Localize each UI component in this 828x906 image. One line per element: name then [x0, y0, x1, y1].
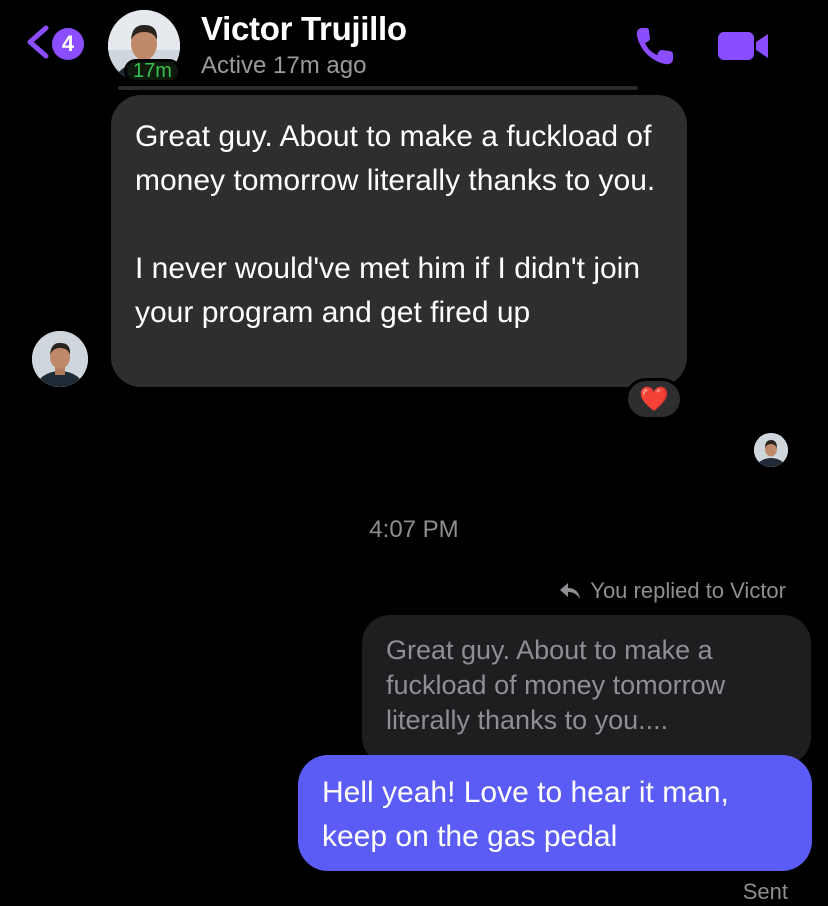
active-status: Active 17m ago [201, 52, 367, 79]
read-receipt-avatar [754, 433, 788, 467]
reply-context: You replied to Victor [558, 578, 786, 604]
message-timestamp: 4:07 PM [369, 516, 459, 543]
video-call-button[interactable] [716, 26, 770, 66]
quoted-message[interactable]: Great guy. About to make a fuckload of m… [362, 615, 811, 765]
video-camera-icon [718, 32, 768, 60]
audio-call-button[interactable] [633, 24, 679, 68]
heart-icon: ❤️ [639, 385, 669, 413]
person-photo-icon [32, 331, 88, 387]
message-paragraph: I never would've met him if I didn't joi… [135, 252, 641, 329]
conversation-header: 4 17m Victor Trujillo Active 17m ago [0, 0, 828, 92]
active-time-badge: 17m [124, 59, 181, 83]
incoming-message-bubble[interactable]: Great guy. About to make a fuckload of m… [111, 95, 687, 387]
unread-count-badge[interactable]: 4 [52, 28, 84, 60]
contact-name[interactable]: Victor Trujillo [201, 10, 407, 48]
sender-avatar[interactable] [32, 331, 88, 387]
outgoing-message-bubble[interactable]: Hell yeah! Love to hear it man, keep on … [298, 755, 812, 871]
phone-icon [636, 28, 673, 65]
header-divider [118, 86, 638, 90]
message-paragraph: Great guy. About to make a fuckload of m… [135, 120, 656, 197]
person-photo-icon [754, 433, 788, 467]
heart-reaction[interactable]: ❤️ [625, 378, 683, 420]
delivery-status: Sent [742, 879, 788, 904]
chevron-left-icon [27, 25, 49, 59]
reply-arrow-icon [560, 583, 581, 599]
reply-context-label: You replied to Victor [590, 578, 786, 603]
